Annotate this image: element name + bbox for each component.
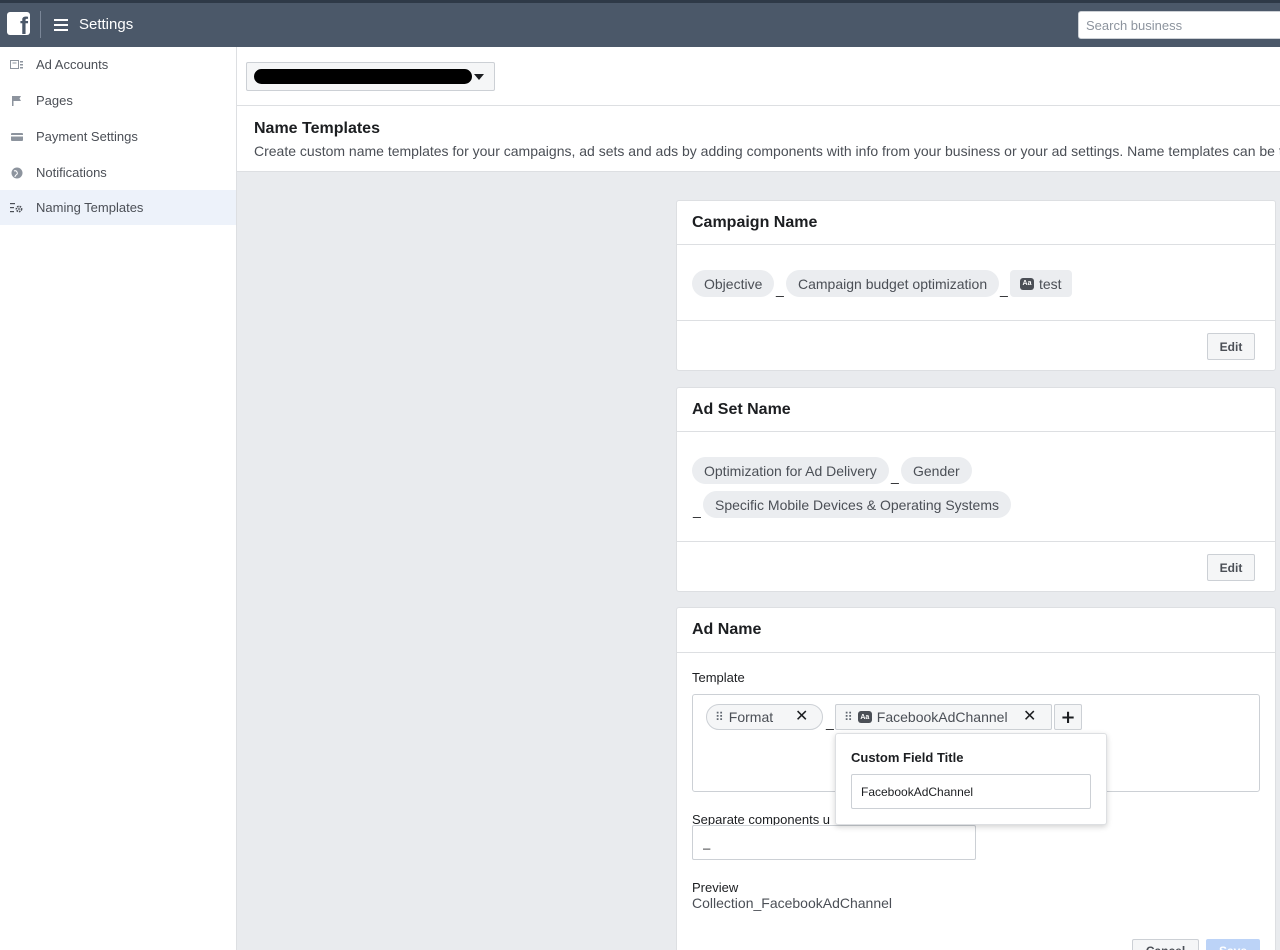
naming-templates-icon	[10, 201, 23, 214]
separator: _	[693, 502, 701, 518]
divider	[677, 652, 1275, 653]
ad-accounts-icon	[10, 58, 23, 71]
sidebar-item-ad-accounts[interactable]: Ad Accounts	[0, 47, 236, 82]
separator: _	[1000, 281, 1008, 297]
component-label: Format	[728, 709, 774, 725]
format-component[interactable]: ⠿ Format ✕	[706, 704, 823, 730]
edit-button[interactable]: Edit	[1207, 554, 1255, 581]
sidebar-item-label: Notifications	[36, 165, 107, 180]
preview-label: Preview	[692, 880, 739, 895]
custom-text-icon: Aa	[1020, 277, 1034, 290]
globe-icon	[10, 166, 23, 179]
remove-icon[interactable]: ✕	[795, 709, 808, 725]
template-component: Gender	[901, 457, 972, 484]
cancel-button[interactable]: Cancel	[1132, 939, 1199, 950]
ad-set-name-card: Ad Set Name Optimization for Ad Delivery…	[676, 387, 1276, 592]
campaign-name-card: Campaign Name Objective _ Campaign budge…	[676, 200, 1276, 371]
sidebar-item-label: Payment Settings	[36, 129, 138, 144]
custom-field-popover: Custom Field Title	[835, 733, 1107, 825]
flag-icon	[10, 94, 23, 107]
divider	[677, 320, 1275, 321]
add-component-button[interactable]: +	[1054, 704, 1082, 730]
component-label: FacebookAdChannel	[876, 709, 1008, 725]
separator: _	[776, 281, 784, 297]
divider	[677, 431, 1275, 432]
divider	[677, 244, 1275, 245]
template-label: Template	[692, 670, 745, 685]
edit-button[interactable]: Edit	[1207, 333, 1255, 360]
sidebar-item-label: Naming Templates	[36, 200, 144, 215]
main-content: Name Templates Create custom name templa…	[237, 47, 1280, 950]
sidebar-item-naming-templates[interactable]: Naming Templates	[0, 190, 236, 225]
section-description: Create custom name templates for your ca…	[254, 143, 1280, 159]
account-selector[interactable]	[246, 62, 495, 91]
separator: _	[826, 714, 834, 730]
separator: _	[891, 468, 899, 484]
top-bar-divider	[40, 11, 41, 38]
credit-card-icon	[10, 130, 23, 143]
custom-field-component[interactable]: ⠿ Aa FacebookAdChannel ✕	[835, 704, 1052, 730]
menu-icon[interactable]	[54, 19, 68, 31]
card-title: Campaign Name	[692, 214, 818, 231]
caret-down-icon	[474, 74, 484, 80]
drag-handle-icon[interactable]: ⠿	[715, 710, 724, 724]
ad-name-card: Ad Name Template ⠿ Format ✕ _ ⠿ Aa Faceb…	[676, 607, 1276, 950]
facebook-logo-icon[interactable]: f	[7, 12, 30, 35]
sidebar: Ad Accounts Pages Payment Settings Notif…	[0, 47, 237, 950]
sidebar-item-payment-settings[interactable]: Payment Settings	[0, 119, 236, 154]
name-templates-header: Name Templates Create custom name templa…	[237, 106, 1280, 172]
template-component: Objective	[692, 270, 775, 297]
preview-value: Collection_FacebookAdChannel	[692, 895, 893, 911]
custom-text-icon: Aa	[857, 711, 872, 723]
card-title: Ad Name	[692, 621, 762, 638]
account-bar	[237, 47, 1280, 106]
page-title: Settings	[79, 16, 134, 33]
card-title: Ad Set Name	[692, 401, 791, 418]
drag-handle-icon[interactable]: ⠿	[844, 710, 853, 724]
remove-icon[interactable]: ✕	[1023, 709, 1036, 725]
search-input[interactable]	[1078, 11, 1280, 39]
redacted-account-name	[254, 69, 472, 84]
template-component: Campaign budget optimization	[786, 270, 1000, 297]
custom-field-component: Aa test	[1010, 270, 1072, 297]
section-title: Name Templates	[254, 120, 380, 137]
custom-field-title-input[interactable]	[851, 774, 1091, 809]
popover-title: Custom Field Title	[851, 750, 964, 765]
save-button[interactable]: Save	[1206, 939, 1260, 950]
divider	[677, 541, 1275, 542]
component-label: test	[1039, 275, 1062, 292]
top-bar: f Settings	[0, 0, 1280, 47]
template-component: Optimization for Ad Delivery	[692, 457, 889, 484]
sidebar-item-notifications[interactable]: Notifications	[0, 155, 236, 190]
sidebar-item-label: Ad Accounts	[36, 57, 109, 72]
template-component: Specific Mobile Devices & Operating Syst…	[703, 491, 1011, 518]
separator-input[interactable]	[692, 825, 976, 860]
sidebar-item-pages[interactable]: Pages	[0, 83, 236, 118]
sidebar-item-label: Pages	[36, 93, 73, 108]
